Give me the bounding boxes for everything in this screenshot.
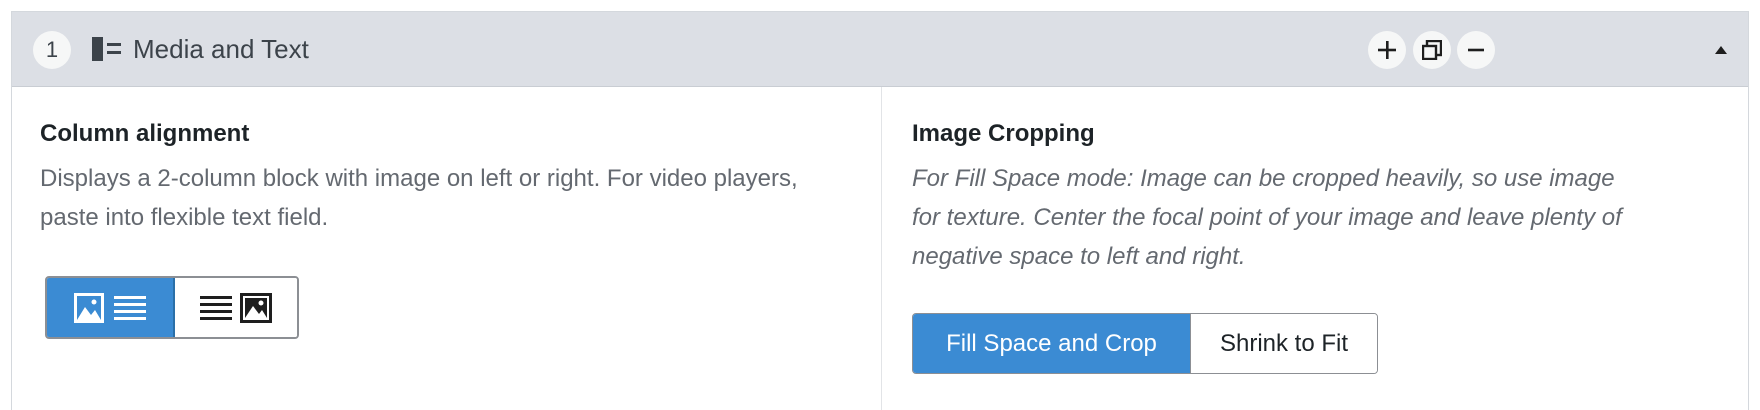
row-fields: Column alignment Displays a 2-column blo… — [12, 87, 1748, 410]
row-header[interactable]: 1 Media and Text — [12, 12, 1748, 87]
minus-icon — [1468, 48, 1484, 52]
image-cropping-label: Image Cropping — [912, 120, 1095, 147]
row-index-handle[interactable]: 1 — [33, 31, 71, 69]
column-alignment-label: Column alignment — [40, 120, 250, 147]
fill-space-and-crop-button[interactable]: Fill Space and Crop — [913, 314, 1190, 373]
duplicate-icon — [1422, 40, 1442, 60]
image-left-text-right-icon — [74, 292, 146, 323]
option-image-left[interactable] — [47, 278, 175, 337]
row-title: Media and Text — [133, 34, 309, 64]
shrink-to-fit-button[interactable]: Shrink to Fit — [1190, 314, 1377, 373]
remove-row-button[interactable] — [1457, 31, 1495, 69]
text-left-image-right-icon — [200, 292, 272, 323]
duplicate-row-button[interactable] — [1413, 31, 1451, 69]
flexible-content-layout-row: 1 Media and Text Column alignment Displa… — [11, 11, 1749, 410]
plus-icon — [1378, 41, 1396, 59]
image-cropping-button-group: Fill Space and Crop Shrink to Fit — [912, 313, 1378, 374]
media-text-layout-icon — [92, 37, 121, 61]
image-cropping-field: Image Cropping For Fill Space mode: Imag… — [882, 87, 1748, 410]
column-alignment-description: Displays a 2-column block with image on … — [40, 165, 798, 231]
option-image-right[interactable] — [175, 278, 297, 337]
column-alignment-field: Column alignment Displays a 2-column blo… — [12, 87, 882, 410]
column-alignment-image-select — [45, 276, 299, 339]
triangle-up-icon — [1715, 46, 1727, 54]
image-cropping-description: For Fill Space mode: Image can be croppe… — [912, 165, 1622, 270]
collapse-row-button[interactable] — [1702, 31, 1740, 69]
add-row-button[interactable] — [1368, 31, 1406, 69]
